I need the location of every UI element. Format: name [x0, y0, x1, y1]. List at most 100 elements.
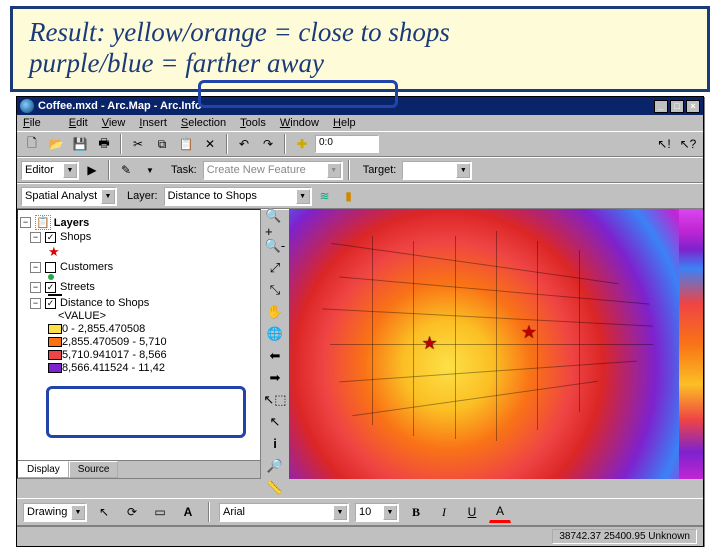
chevron-down-icon[interactable]: ▼ — [101, 189, 115, 204]
font-size-dropdown[interactable]: 10▼ — [355, 503, 399, 522]
italic-button[interactable]: I — [433, 501, 455, 523]
open-icon[interactable]: 📂 — [45, 133, 67, 155]
collapse-icon[interactable]: − — [30, 232, 41, 243]
class-row[interactable]: 0 - 2,855.470508 — [20, 323, 258, 335]
collapse-icon[interactable]: − — [30, 262, 41, 273]
zoom-out-icon[interactable]: 🔍- — [264, 235, 286, 256]
class-row[interactable]: 5,710.941017 - 8,566 — [20, 349, 258, 361]
chevron-down-icon[interactable]: ▼ — [139, 159, 161, 181]
back-icon[interactable]: ⬅ — [264, 345, 286, 366]
task-dropdown[interactable]: Create New Feature▼ — [203, 161, 343, 180]
close-button[interactable]: × — [686, 100, 700, 113]
find-icon[interactable]: 🔎 — [264, 455, 286, 476]
tab-source[interactable]: Source — [69, 461, 119, 478]
tab-display[interactable]: Display — [18, 461, 69, 478]
arcmap-window: Coffee.mxd - Arc.Map - Arc.Info _ □ × Fi… — [16, 96, 704, 547]
chevron-down-icon[interactable]: ▼ — [63, 163, 77, 178]
select-elements-icon[interactable]: ↖ — [93, 501, 115, 523]
chevron-down-icon[interactable]: ▼ — [333, 505, 347, 520]
class-row[interactable]: 2,855.470509 - 5,710 — [20, 336, 258, 348]
underline-button[interactable]: U — [461, 501, 483, 523]
maximize-button[interactable]: □ — [670, 100, 684, 113]
full-extent-icon[interactable]: 🌐 — [264, 323, 286, 344]
standard-toolbar: 🗋 📂 💾 🖶 ✂ ⧉ 📋 ✕ ↶ ↷ ✚ 0:0 ↖! ↖? — [17, 131, 703, 157]
chevron-down-icon[interactable]: ▼ — [296, 189, 310, 204]
shop-marker: ★ — [521, 322, 537, 343]
table-of-contents[interactable]: −📋 Layers −✓Shops ★ −Customers −✓Streets… — [17, 209, 261, 479]
help-icon[interactable]: ↖? — [677, 133, 699, 155]
layer-customers[interactable]: Customers — [60, 261, 113, 273]
editor-toolbar: Editor▼ ▶ ✎ ▼ Task: Create New Feature▼ … — [17, 157, 703, 183]
class-label: 8,566.411524 - 11,42 — [62, 362, 165, 374]
menu-view[interactable]: View — [102, 117, 126, 129]
chevron-down-icon[interactable]: ▼ — [383, 505, 397, 520]
menu-window[interactable]: Window — [280, 117, 319, 129]
menu-insert[interactable]: Insert — [139, 117, 167, 129]
editor-dropdown[interactable]: Editor▼ — [21, 161, 79, 180]
histogram-icon[interactable]: ▮ — [338, 185, 360, 207]
minimize-button[interactable]: _ — [654, 100, 668, 113]
layer-checkbox-streets[interactable]: ✓ — [45, 282, 56, 293]
chevron-down-icon[interactable]: ▼ — [327, 163, 341, 178]
cut-icon[interactable]: ✂ — [127, 133, 149, 155]
add-data-icon[interactable]: ✚ — [291, 133, 313, 155]
rotate-icon[interactable]: ⟳ — [121, 501, 143, 523]
text-icon[interactable]: A — [177, 501, 199, 523]
chevron-down-icon[interactable]: ▼ — [71, 505, 85, 520]
copy-icon[interactable]: ⧉ — [151, 133, 173, 155]
layer-checkbox-shops[interactable]: ✓ — [45, 232, 56, 243]
pan-icon[interactable]: ✋ — [264, 301, 286, 322]
class-label: 5,710.941017 - 8,566 — [62, 349, 167, 361]
collapse-icon[interactable]: − — [20, 217, 31, 228]
edit-arrow-icon[interactable]: ▶ — [81, 159, 103, 181]
font-color-button[interactable]: A — [489, 501, 511, 523]
zoom-in-icon[interactable]: 🔍+ — [264, 213, 286, 234]
bold-button[interactable]: B — [405, 501, 427, 523]
delete-icon[interactable]: ✕ — [199, 133, 221, 155]
select-arrow-icon[interactable]: ↖ — [264, 411, 286, 432]
paste-icon[interactable]: 📋 — [175, 133, 197, 155]
zoom-fixed-out-icon[interactable]: ⤡ — [264, 279, 286, 300]
layer-checkbox-customers[interactable] — [45, 262, 56, 273]
zoom-fixed-in-icon[interactable]: ⤢ — [264, 257, 286, 278]
pointer-help-icon[interactable]: ↖! — [653, 133, 675, 155]
save-icon[interactable]: 💾 — [69, 133, 91, 155]
layer-streets[interactable]: Streets — [60, 281, 95, 293]
class-row[interactable]: 8,566.411524 - 11,42 — [20, 362, 258, 374]
forward-icon[interactable]: ➡ — [264, 367, 286, 388]
undo-icon[interactable]: ↶ — [233, 133, 255, 155]
new-icon[interactable]: 🗋 — [21, 133, 43, 155]
class-swatch — [48, 363, 62, 373]
layer-shops[interactable]: Shops — [60, 231, 91, 243]
spatial-analyst-dropdown[interactable]: Spatial Analyst▼ — [21, 187, 117, 206]
menu-edit[interactable]: Edit — [69, 117, 88, 129]
rectangle-icon[interactable]: ▭ — [149, 501, 171, 523]
menu-selection[interactable]: Selection — [181, 117, 226, 129]
toc-layers: Layers — [54, 217, 89, 229]
layer-checkbox-distance[interactable]: ✓ — [45, 298, 56, 309]
menu-file[interactable]: File — [23, 117, 55, 129]
contour-icon[interactable]: ≋ — [314, 185, 336, 207]
scale-box[interactable]: 0:0 — [315, 135, 379, 153]
pencil-icon[interactable]: ✎ — [115, 159, 137, 181]
select-icon[interactable]: ↖⬚ — [264, 389, 286, 410]
collapse-icon[interactable]: − — [30, 298, 41, 309]
measure-icon[interactable]: 📏 — [264, 477, 286, 498]
class-label: 2,855.470509 - 5,710 — [62, 336, 167, 348]
identify-icon[interactable]: i — [264, 433, 286, 454]
target-dropdown[interactable]: ▼ — [402, 161, 472, 180]
drawing-dropdown[interactable]: Drawing▼ — [23, 503, 87, 522]
chevron-down-icon[interactable]: ▼ — [456, 163, 470, 178]
layer-distance[interactable]: Distance to Shops — [60, 297, 149, 309]
font-dropdown[interactable]: Arial▼ — [219, 503, 349, 522]
map-view[interactable]: ★ ★ — [289, 209, 703, 479]
menu-tools[interactable]: Tools — [240, 117, 266, 129]
layer-dropdown[interactable]: Distance to Shops▼ — [164, 187, 312, 206]
redo-icon[interactable]: ↷ — [257, 133, 279, 155]
print-icon[interactable]: 🖶 — [93, 133, 115, 155]
collapse-icon[interactable]: − — [30, 282, 41, 293]
tools-toolbar: 🔍+ 🔍- ⤢ ⤡ ✋ 🌐 ⬅ ➡ ↖⬚ ↖ i 🔎 📏 — [261, 209, 289, 498]
menu-help[interactable]: Help — [333, 117, 356, 129]
slide-line-2: purple/blue = farther away — [29, 48, 691, 79]
dot-icon — [48, 274, 54, 280]
